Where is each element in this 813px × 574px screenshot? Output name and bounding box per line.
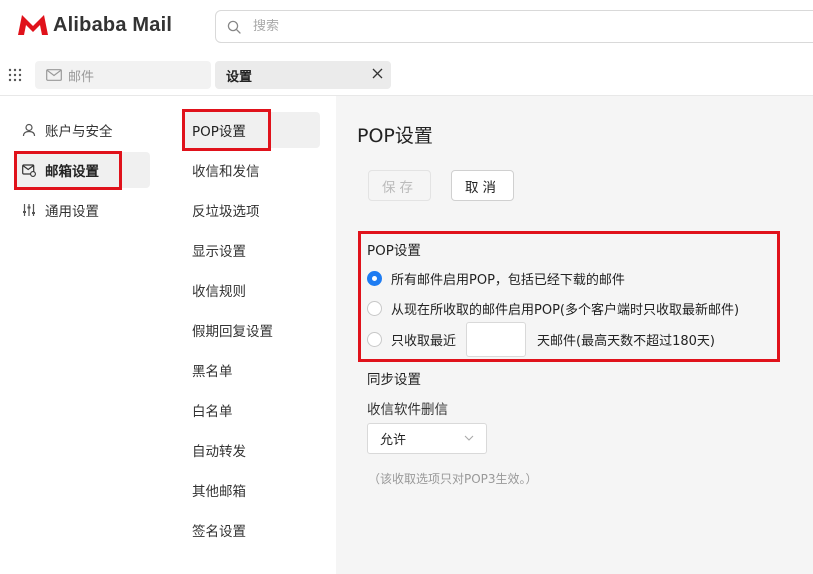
client-delete-select[interactable]: 允许 — [367, 423, 487, 454]
nav-mailbox-settings[interactable]: 邮箱设置 — [15, 152, 150, 188]
tab-settings-label: 设置 — [226, 69, 253, 85]
subnav-auto-forward[interactable]: 自动转发 — [183, 432, 320, 468]
radio-button[interactable] — [367, 332, 382, 347]
mailbox-settings-subnav: POP设置 收信和发信 反垃圾选项 显示设置 收信规则 假期回复设置 黑名单 白… — [168, 96, 336, 574]
recent-days-input[interactable] — [466, 322, 527, 357]
search-icon — [227, 20, 241, 34]
nav-account-security[interactable]: 账户与安全 — [15, 112, 150, 148]
client-delete-label: 收信软件删信 — [367, 402, 448, 418]
user-icon — [22, 123, 36, 137]
save-button[interactable]: 保存 — [368, 170, 431, 201]
sliders-icon — [23, 204, 35, 216]
alibaba-mail-logo-icon — [18, 15, 48, 35]
nav-general-settings-label: 通用设置 — [45, 204, 99, 220]
subnav-signature-settings[interactable]: 签名设置 — [183, 512, 320, 548]
search-input[interactable] — [253, 19, 753, 34]
subnav-send-receive[interactable]: 收信和发信 — [183, 152, 320, 188]
subnav-display-settings[interactable]: 显示设置 — [183, 232, 320, 268]
mail-icon — [46, 69, 62, 81]
cancel-button[interactable]: 取消 — [451, 170, 514, 201]
pop-option-all-label: 所有邮件启用POP，包括已经下载的邮件 — [391, 272, 625, 288]
tab-mail[interactable]: 邮件 — [35, 61, 211, 89]
subnav-blacklist[interactable]: 黑名单 — [183, 352, 320, 388]
subnav-receive-rules[interactable]: 收信规则 — [183, 272, 320, 308]
radio-button-checked[interactable] — [367, 270, 382, 286]
tab-settings[interactable]: 设置 — [215, 61, 391, 89]
chevron-down-icon — [464, 435, 474, 441]
pop3-hint-text: （该收取选项只对POP3生效。） — [368, 472, 538, 486]
logo-text: Alibaba Mail — [53, 13, 173, 36]
nav-mailbox-settings-label: 邮箱设置 — [45, 164, 99, 180]
tab-bar: 邮件 设置 — [0, 52, 813, 96]
radio-button[interactable] — [367, 300, 382, 316]
pop-option-recent-label-after: 天邮件(最高天数不超过180天) — [537, 334, 715, 349]
page-title: POP设置 — [357, 125, 433, 147]
search-box[interactable] — [215, 10, 813, 43]
settings-content-panel: POP设置 保存 取消 POP设置 所有邮件启用POP，包括已经下载的邮件 从现… — [336, 96, 813, 574]
settings-category-nav: 账户与安全 邮箱设置 通用设置 — [0, 96, 168, 574]
close-icon[interactable] — [372, 68, 383, 79]
nav-general-settings[interactable]: 通用设置 — [15, 192, 150, 228]
pop-option-from-now-label: 从现在所收取的邮件启用POP(多个客户端时只收取最新邮件) — [391, 302, 740, 318]
subnav-whitelist[interactable]: 白名单 — [183, 392, 320, 428]
pop-section-title: POP设置 — [367, 243, 421, 259]
apps-grid-icon[interactable] — [8, 68, 22, 82]
subnav-other-mailboxes[interactable]: 其他邮箱 — [183, 472, 320, 508]
pop-option-from-now[interactable]: 从现在所收取的邮件启用POP(多个客户端时只收取最新邮件) — [367, 297, 739, 319]
client-delete-select-value: 允许 — [380, 433, 407, 448]
app-logo[interactable]: Alibaba Mail — [16, 13, 172, 37]
pop-option-recent-label-before: 只收取最近 — [391, 334, 457, 349]
subnav-vacation-reply[interactable]: 假期回复设置 — [183, 312, 320, 348]
pop-option-all[interactable]: 所有邮件启用POP，包括已经下载的邮件 — [367, 267, 625, 289]
nav-account-security-label: 账户与安全 — [45, 124, 113, 140]
mailbox-settings-icon — [22, 164, 36, 177]
tab-mail-label: 邮件 — [68, 69, 95, 85]
sync-section-title: 同步设置 — [367, 372, 421, 388]
subnav-anti-spam[interactable]: 反垃圾选项 — [183, 192, 320, 228]
subnav-pop-settings[interactable]: POP设置 — [183, 112, 320, 148]
app-header: Alibaba Mail — [0, 0, 813, 52]
pop-option-recent-days[interactable]: 只收取最近 天邮件(最高天数不超过180天) — [367, 322, 715, 357]
